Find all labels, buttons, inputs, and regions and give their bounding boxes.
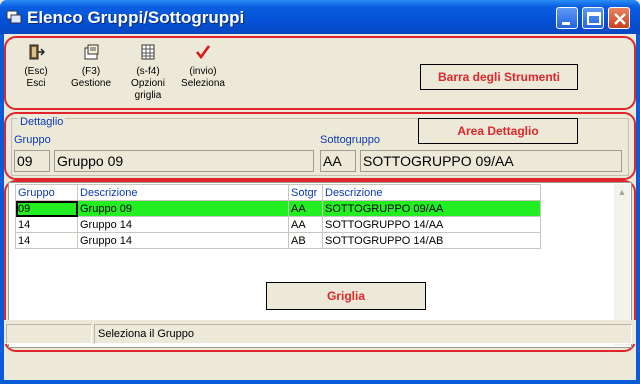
status-pane-empty [6,324,92,344]
toolbar-section: (Esc) Esci (F3) Gestione (s-f4) Opzioni … [4,36,636,110]
red-checkmark-icon [195,45,211,60]
grid-callout-label: Griglia [266,282,426,310]
grid-header-row: Gruppo Descrizione Sotgr Descrizione [15,184,541,201]
select-tool-key: (invio) [189,66,217,77]
minimize-icon [562,22,570,25]
group-description-field[interactable]: Gruppo 09 [54,150,314,172]
grid-options-tool-key: (s-f4) [136,66,160,77]
select-tool-button[interactable]: (invio) Seleziona [178,44,228,90]
grid-options-icon [141,44,155,60]
grid-cell[interactable]: Gruppo 09 [77,200,289,217]
edit-document-icon [84,44,99,60]
grid-options-tool-label2: griglia [134,90,162,101]
column-header-gruppo[interactable]: Gruppo [15,184,78,201]
app-icon [6,10,22,24]
grid-cell[interactable]: Gruppo 14 [77,216,289,233]
grid-cell[interactable]: SOTTOGRUPPO 14/AA [322,216,541,233]
maximize-button[interactable] [582,7,604,29]
title-bar[interactable]: Elenco Gruppi/Sottogruppi [0,0,640,34]
maximize-icon [587,12,601,25]
grid-cell[interactable]: SOTTOGRUPPO 09/AA [322,200,541,217]
column-header-descrizione-sub[interactable]: Descrizione [322,184,541,201]
exit-tool-label: Esci [26,78,46,89]
grid-cell[interactable]: AB [288,232,323,249]
subgroup-label: Sottogruppo [320,134,380,146]
grid-options-tool-button[interactable]: (s-f4) Opzioni griglia [126,44,170,102]
group-code-field[interactable]: 09 [14,150,50,172]
detail-legend: Dettaglio [18,116,66,128]
exit-tool-key: (Esc) [24,66,48,77]
main-window: Elenco Gruppi/Sottogruppi (Esc) Esci (F3… [0,0,640,384]
status-bar: Seleziona il Gruppo [4,320,636,344]
detail-callout-label: Area Dettaglio [418,118,578,144]
select-tool-label: Seleziona [181,78,225,89]
status-text: Seleziona il Gruppo [94,324,632,344]
toolbar-callout-label: Barra degli Strumenti [420,64,578,90]
grid-cell[interactable]: 14 [15,216,78,233]
data-grid[interactable]: Gruppo Descrizione Sotgr Descrizione 09 … [15,184,541,249]
exit-tool-button[interactable]: (Esc) Esci [18,44,54,90]
group-label: Gruppo [14,134,51,146]
grid-cell[interactable]: AA [288,216,323,233]
subgroup-description-field[interactable]: SOTTOGRUPPO 09/AA [360,150,622,172]
grid-options-tool-label: Opzioni [131,78,165,89]
table-row[interactable]: 09 Gruppo 09 AA SOTTOGRUPPO 09/AA [15,200,541,217]
grid-cell[interactable]: 14 [15,232,78,249]
close-icon [614,13,626,25]
grid-cell[interactable]: AA [288,200,323,217]
detail-section: Gruppo Sottogruppo 09 Gruppo 09 AA SOTTO… [4,112,636,180]
grid-cell[interactable]: Gruppo 14 [77,232,289,249]
exit-door-icon [29,44,45,60]
manage-tool-label: Gestione [70,78,112,89]
grid-cell[interactable]: SOTTOGRUPPO 14/AB [322,232,541,249]
close-button[interactable] [608,7,630,29]
minimize-button[interactable] [556,7,578,29]
manage-tool-key: (F3) [81,66,101,77]
table-row[interactable]: 14 Gruppo 14 AA SOTTOGRUPPO 14/AA [15,216,541,233]
manage-tool-button[interactable]: (F3) Gestione [68,44,114,90]
column-header-sotgr[interactable]: Sotgr [288,184,323,201]
column-header-descrizione[interactable]: Descrizione [77,184,289,201]
grid-cell[interactable]: 09 [15,200,78,217]
scroll-up-icon[interactable]: ▲ [614,184,630,200]
table-row[interactable]: 14 Gruppo 14 AB SOTTOGRUPPO 14/AB [15,232,541,249]
subgroup-code-field[interactable]: AA [320,150,356,172]
window-title: Elenco Gruppi/Sottogruppi [27,8,245,27]
